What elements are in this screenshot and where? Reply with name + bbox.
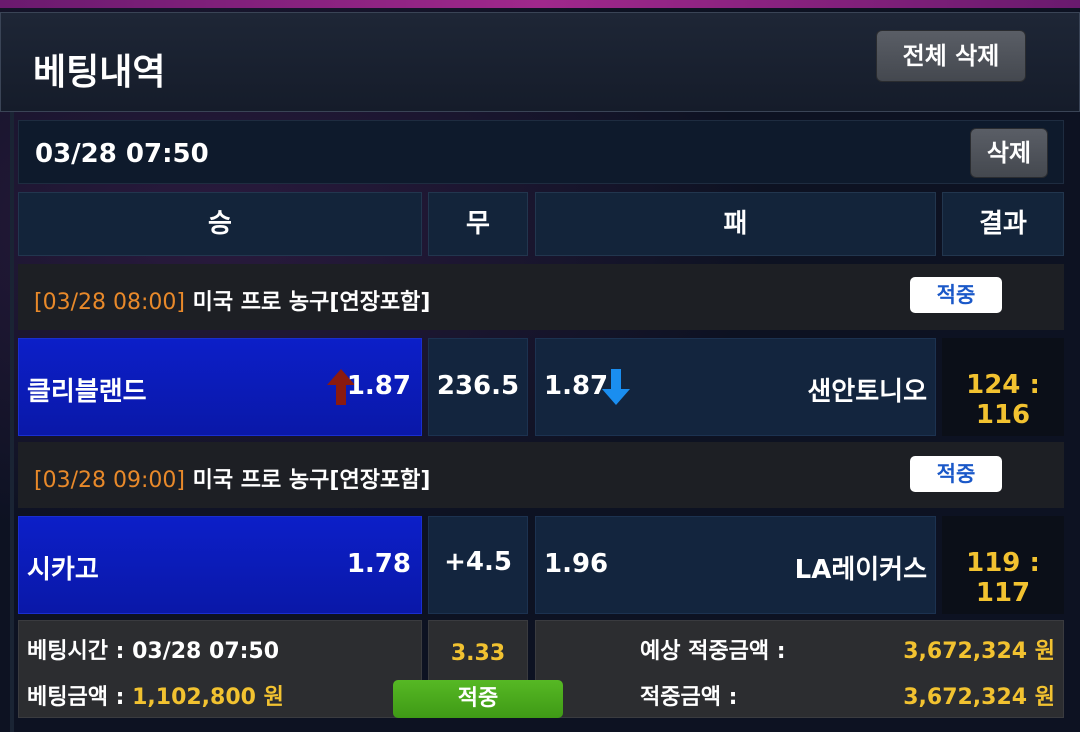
bet-date-bar: 03/28 07:50 bbox=[18, 120, 1064, 184]
win-amount-value: 3,672,324 원 bbox=[903, 685, 1055, 710]
bet-time-label: 베팅시간 : bbox=[27, 639, 125, 664]
result-cell-game-1: 124 : 116 bbox=[942, 338, 1064, 436]
league-info: [03/28 09:00] 미국 프로 농구[연장포함] bbox=[34, 462, 430, 494]
league-time: [03/28 08:00] bbox=[34, 290, 185, 315]
away-odds: 1.96 bbox=[544, 549, 609, 579]
column-header-draw: 무 bbox=[428, 192, 528, 256]
league-name: 미국 프로 농구[연장포함] bbox=[192, 468, 431, 493]
score: 119 : 117 bbox=[966, 548, 1040, 608]
home-team: 시카고 bbox=[27, 555, 99, 585]
win-amount-label: 적중금액 : bbox=[640, 685, 738, 710]
league-info: [03/28 08:00] 미국 프로 농구[연장포함] bbox=[34, 284, 430, 316]
draw-cell-game-1[interactable]: 236.5 bbox=[428, 338, 528, 436]
away-team: LA레이커스 bbox=[794, 555, 927, 585]
expected-win-value: 3,672,324 원 bbox=[903, 639, 1055, 664]
bet-amount-value: 1,102,800 원 bbox=[132, 685, 284, 710]
status-badge: 적중 bbox=[910, 277, 1002, 313]
column-header-result: 결과 bbox=[942, 192, 1064, 256]
bet-time-value: 03/28 07:50 bbox=[132, 639, 280, 664]
column-header-win: 승 bbox=[18, 192, 422, 256]
league-bar-game-2: [03/28 09:00] 미국 프로 농구[연장포함] bbox=[18, 442, 1064, 508]
league-time: [03/28 09:00] bbox=[34, 468, 185, 493]
down-arrow-icon bbox=[602, 369, 630, 405]
bet-amount-label: 베팅금액 : bbox=[27, 685, 125, 710]
page-title: 베팅내역 bbox=[33, 52, 166, 93]
bet-summary-left: 베팅시간 : 03/28 07:50 베팅금액 : 1,102,800 원 bbox=[18, 620, 422, 718]
middle-value: +4.5 bbox=[444, 547, 512, 577]
result-cell-game-2: 119 : 117 bbox=[942, 516, 1064, 614]
delete-button[interactable]: 삭제 bbox=[970, 128, 1048, 178]
expected-win-label: 예상 적중금액 : bbox=[640, 639, 786, 664]
total-odds: 3.33 bbox=[450, 641, 506, 666]
bet-summary-right: 예상 적중금액 : 3,672,324 원 적중금액 : 3,672,324 원 bbox=[535, 620, 1064, 718]
bet-date: 03/28 07:50 bbox=[35, 139, 209, 169]
home-odds: 1.87 bbox=[346, 371, 411, 401]
away-odds: 1.87 bbox=[544, 371, 609, 401]
league-name: 미국 프로 농구[연장포함] bbox=[192, 290, 431, 315]
league-bar-game-1: [03/28 08:00] 미국 프로 농구[연장포함] bbox=[18, 264, 1064, 330]
middle-value: 236.5 bbox=[436, 371, 520, 401]
result-hit-button[interactable]: 적중 bbox=[393, 680, 563, 718]
away-team: 샌안토니오 bbox=[807, 377, 927, 407]
column-header-lose: 패 bbox=[535, 192, 936, 256]
away-cell-game-1[interactable]: 1.87 샌안토니오 bbox=[535, 338, 936, 436]
bet-amount: 베팅금액 : 1,102,800 원 bbox=[27, 679, 284, 711]
status-badge: 적중 bbox=[910, 456, 1002, 492]
side-border bbox=[10, 112, 14, 732]
away-cell-game-2[interactable]: 1.96 LA레이커스 bbox=[535, 516, 936, 614]
home-cell-game-1[interactable]: 클리블랜드 1.87 bbox=[18, 338, 422, 436]
bet-time: 베팅시간 : 03/28 07:50 bbox=[27, 633, 279, 665]
home-odds: 1.78 bbox=[346, 549, 411, 579]
top-accent-strip bbox=[0, 0, 1080, 8]
delete-all-button[interactable]: 전체 삭제 bbox=[876, 30, 1026, 82]
home-team: 클리블랜드 bbox=[27, 377, 147, 407]
score: 124 : 116 bbox=[966, 370, 1040, 430]
home-cell-game-2[interactable]: 시카고 1.78 bbox=[18, 516, 422, 614]
draw-cell-game-2[interactable]: +4.5 bbox=[428, 516, 528, 614]
